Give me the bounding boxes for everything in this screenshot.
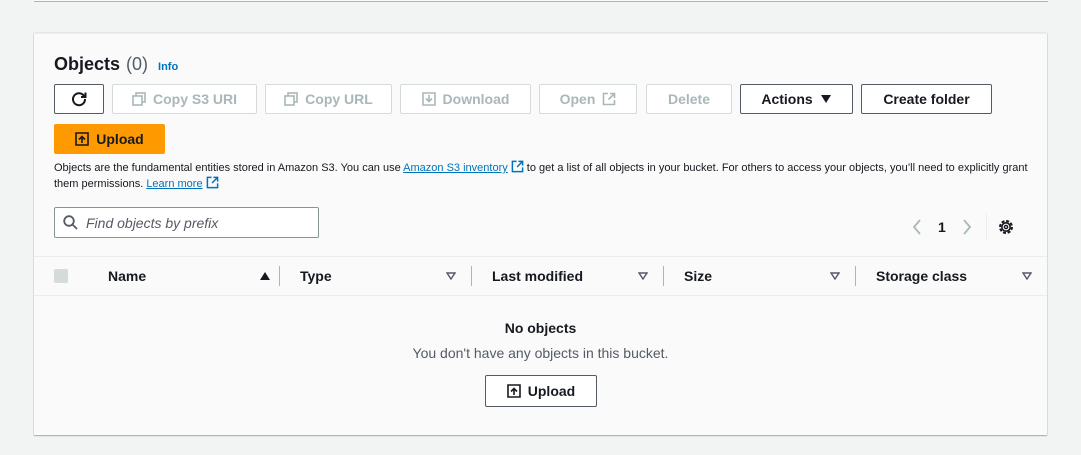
column-type[interactable]: Type <box>300 257 456 295</box>
download-icon <box>421 92 436 106</box>
column-size-label: Size <box>684 268 713 284</box>
refresh-button[interactable] <box>54 84 104 114</box>
search-icon <box>63 215 78 230</box>
external-link-icon <box>603 92 616 106</box>
upload-label: Upload <box>96 131 144 147</box>
column-name[interactable]: Name <box>108 257 270 295</box>
chevron-left-icon[interactable] <box>912 219 922 235</box>
previous-panel-edge <box>34 0 1048 2</box>
actions-dropdown[interactable]: Actions <box>740 84 853 114</box>
table-header: Name Type Last modified Size Storage cla… <box>34 256 1047 296</box>
sort-icon <box>638 272 648 280</box>
sort-icon <box>1022 272 1032 280</box>
open-button[interactable]: Open <box>539 84 637 114</box>
description-text-1: Objects are the fundamental entities sto… <box>54 162 404 174</box>
pagination-divider <box>985 214 987 240</box>
search-box[interactable] <box>54 207 319 238</box>
s3-inventory-link[interactable]: Amazon S3 inventory <box>403 162 508 174</box>
column-storage-class-label: Storage class <box>876 268 968 284</box>
create-folder-button[interactable]: Create folder <box>861 84 992 114</box>
upload-icon <box>506 384 521 398</box>
column-last-modified-label: Last modified <box>492 268 584 284</box>
select-all-checkbox[interactable] <box>54 269 68 283</box>
info-link[interactable]: Info <box>158 61 178 73</box>
objects-description: Objects are the fundamental entities sto… <box>54 160 1029 192</box>
current-page[interactable]: 1 <box>938 219 946 235</box>
empty-state-title: No objects <box>504 320 577 336</box>
column-type-label: Type <box>300 268 332 284</box>
download-label: Download <box>442 91 510 107</box>
objects-panel: Objects (0) Info Copy S3 URI Copy URL Do… <box>34 33 1047 435</box>
objects-title: Objects <box>54 54 121 74</box>
upload-button[interactable]: Upload <box>54 124 165 154</box>
objects-header: Objects (0) Info <box>54 54 178 75</box>
actions-label: Actions <box>761 91 813 107</box>
external-link-icon <box>511 160 524 173</box>
copy-s3-uri-button[interactable]: Copy S3 URI <box>112 84 257 114</box>
delete-label: Delete <box>667 91 711 107</box>
copy-url-label: Copy URL <box>305 91 373 107</box>
column-divider <box>663 266 664 286</box>
empty-state: No objects You don't have any objects in… <box>34 320 1047 361</box>
column-storage-class[interactable]: Storage class <box>876 257 1032 295</box>
refresh-icon <box>72 92 87 107</box>
external-link-icon <box>206 176 218 189</box>
empty-state-upload-label: Upload <box>527 383 576 399</box>
chevron-right-icon[interactable] <box>962 219 972 235</box>
sort-icon <box>446 272 456 280</box>
sort-icon <box>830 272 840 280</box>
learn-more-link[interactable]: Learn more <box>146 178 202 190</box>
empty-state-upload-button[interactable]: Upload <box>485 375 597 407</box>
copy-s3-uri-label: Copy S3 URI <box>152 91 237 107</box>
upload-icon <box>75 132 90 146</box>
download-button[interactable]: Download <box>400 84 531 114</box>
copy-icon <box>284 92 298 106</box>
column-name-label: Name <box>108 268 147 284</box>
gear-icon[interactable] <box>997 218 1015 236</box>
delete-button[interactable]: Delete <box>646 84 732 114</box>
copy-url-button[interactable]: Copy URL <box>265 84 392 114</box>
column-divider <box>279 266 280 286</box>
column-last-modified[interactable]: Last modified <box>492 257 648 295</box>
objects-count: (0) <box>126 54 149 74</box>
column-divider <box>471 266 472 286</box>
copy-icon <box>132 92 146 106</box>
pagination: 1 <box>912 214 1015 240</box>
column-size[interactable]: Size <box>684 257 840 295</box>
search-input[interactable] <box>84 213 308 232</box>
sort-ascending-icon <box>260 272 270 280</box>
caret-down-icon <box>820 95 831 103</box>
create-folder-label: Create folder <box>883 91 970 107</box>
empty-state-message: You don't have any objects in this bucke… <box>412 345 669 361</box>
column-divider <box>855 266 856 286</box>
open-label: Open <box>559 91 596 107</box>
